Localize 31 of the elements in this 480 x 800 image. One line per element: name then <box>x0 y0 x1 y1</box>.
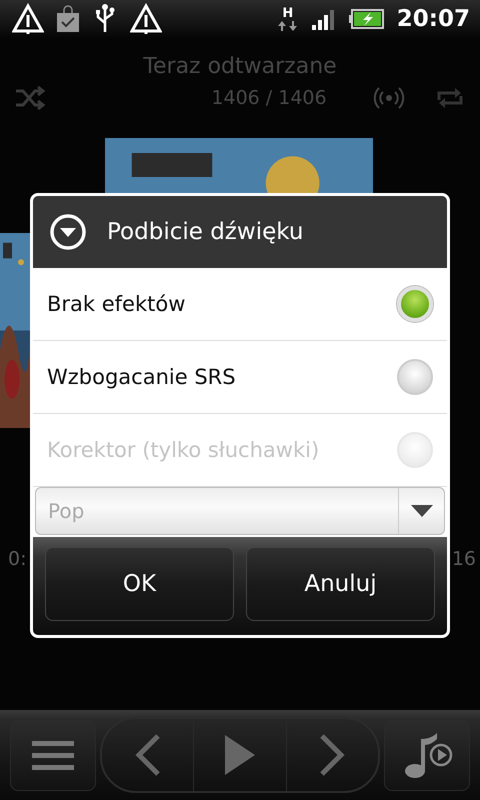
battery-charging-icon <box>348 8 385 30</box>
screen-title: Teraz odtwarzane <box>142 53 338 81</box>
warning-icon <box>12 3 44 35</box>
shuffle-icon[interactable] <box>14 84 46 112</box>
chevron-left-icon <box>134 733 162 777</box>
warning-icon <box>130 3 162 35</box>
menu-icon <box>30 739 76 771</box>
radio-button[interactable] <box>397 286 433 322</box>
caret-icon <box>410 505 432 517</box>
shopping-bag-icon <box>56 5 80 33</box>
dropdown-circle-icon <box>49 213 87 251</box>
chevron-right-icon <box>318 733 346 777</box>
option-label: Brak efektów <box>47 292 186 316</box>
play-button[interactable] <box>193 719 287 791</box>
dialog-button[interactable]: OK <box>45 547 234 621</box>
total-time: 16 <box>452 548 476 570</box>
option-row[interactable]: Wzbogacanie SRS <box>33 341 447 414</box>
option-label: Korektor (tylko słuchawki) <box>47 438 320 462</box>
data-arrows-icon <box>276 20 299 32</box>
elapsed-time: 0: <box>8 548 26 570</box>
dialog-button[interactable]: Anuluj <box>246 547 435 621</box>
preset-dropdown: Pop <box>35 487 445 535</box>
network-type: H <box>282 6 294 20</box>
track-counter: 1406 / 1406 <box>211 87 327 109</box>
signal-icon <box>310 7 337 31</box>
radio-button[interactable] <box>397 359 433 395</box>
clock: 20:07 <box>396 6 470 32</box>
dialog-title: Podbicie dźwięku <box>107 219 304 245</box>
play-icon <box>224 734 256 776</box>
option-row[interactable]: Brak efektów <box>33 268 447 341</box>
option-label: Wzbogacanie SRS <box>47 365 236 389</box>
